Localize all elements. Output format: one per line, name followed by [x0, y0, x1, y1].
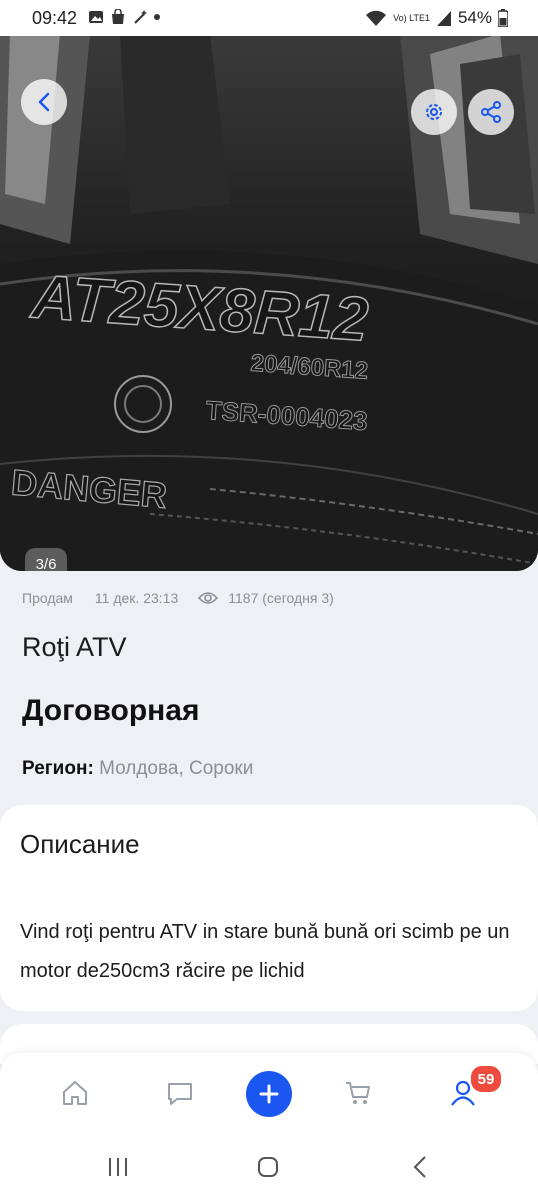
- region-label: Регион:: [22, 758, 94, 779]
- chevron-left-icon: [38, 92, 50, 112]
- listing-meta: Продам 11 дек. 23:13 1187 (сегодня 3): [22, 590, 334, 606]
- photo-counter: 3/6: [25, 548, 67, 571]
- network-label: Vo) LTE1: [393, 12, 430, 23]
- status-notification-icons: [88, 9, 160, 25]
- battery-percent: 54%: [457, 8, 492, 27]
- listing-date: 11 дек. 23:13: [94, 590, 179, 606]
- wifi-icon: [366, 10, 387, 26]
- region-value: Молдова, Сороки: [99, 758, 254, 779]
- bottom-navigation: [0, 1053, 538, 1141]
- description-text: Vind roţi pentru ATV in stare bună bună …: [20, 921, 510, 982]
- tire-photo: AT25X8R12 204/60R12 TSR-0004023 DANGER: [0, 34, 538, 571]
- status-right: Vo) LTE1 54%: [365, 8, 508, 28]
- system-home-button[interactable]: [248, 1153, 288, 1181]
- plus-icon: [259, 1084, 279, 1104]
- gear-icon: [426, 104, 442, 120]
- listing-title: Roţi ATV: [22, 632, 127, 662]
- listing-views: 1187 (сегодня 3): [228, 590, 334, 606]
- share-icon: [481, 101, 501, 123]
- listing-photo[interactable]: AT25X8R12 204/60R12 TSR-0004023 DANGER 3…: [0, 34, 538, 571]
- gallery-icon: [89, 11, 103, 23]
- settings-button[interactable]: [411, 89, 457, 135]
- cart-icon: [346, 1082, 370, 1104]
- signal-icon: [436, 11, 451, 26]
- listing-type: Продам: [22, 590, 73, 606]
- share-button[interactable]: [468, 89, 514, 135]
- dot-icon: [154, 14, 160, 20]
- status-bar: 09:42 Vo) LTE1 54%: [0, 0, 538, 36]
- nav-cart[interactable]: [338, 1073, 378, 1113]
- battery-icon: [498, 9, 508, 27]
- back-button[interactable]: [21, 79, 67, 125]
- eye-icon: [198, 592, 219, 604]
- nav-messages[interactable]: [160, 1073, 200, 1113]
- recent-apps-button[interactable]: [98, 1153, 138, 1181]
- add-listing-button[interactable]: [246, 1071, 292, 1117]
- system-navigation: [0, 1141, 538, 1200]
- description-heading: Описание: [20, 829, 140, 859]
- bag-icon: [112, 9, 124, 24]
- recent-apps-icon: [109, 1158, 127, 1176]
- back-arrow-icon: [413, 1156, 426, 1178]
- nav-home[interactable]: [55, 1073, 95, 1113]
- notification-badge: 59: [469, 1064, 503, 1094]
- wand-icon: [134, 10, 147, 24]
- description-card: Описание Vind roţi pentru ATV in stare b…: [0, 805, 538, 1011]
- listing-price: Договорная: [22, 694, 200, 727]
- system-back-button[interactable]: [400, 1153, 440, 1181]
- status-time: 09:42: [32, 8, 78, 28]
- home-circle-icon: [258, 1157, 278, 1177]
- chat-icon: [168, 1083, 192, 1105]
- listing-region: Регион: Молдова, Сороки: [22, 758, 253, 780]
- home-icon: [63, 1081, 87, 1105]
